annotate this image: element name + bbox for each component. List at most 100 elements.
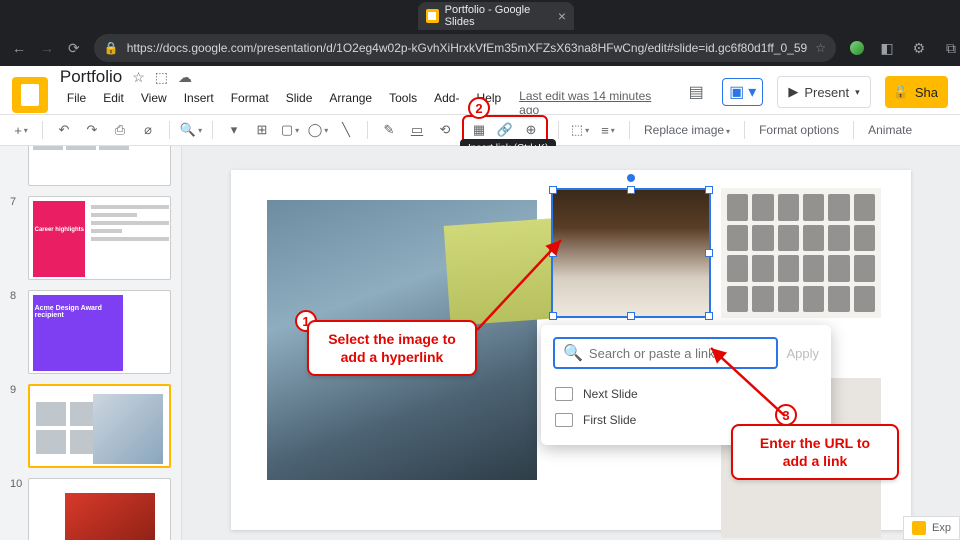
image-icon[interactable]: ▢ bbox=[279, 119, 301, 141]
slides-favicon-icon bbox=[426, 9, 439, 23]
comments-icon[interactable]: ▤ bbox=[684, 80, 708, 104]
replace-image-button[interactable]: Replace image bbox=[640, 123, 734, 137]
slide-thumb-8[interactable]: Acme Design Award recipient bbox=[28, 290, 171, 374]
slide-icon bbox=[555, 413, 573, 427]
print-icon[interactable]: ⎙ bbox=[109, 119, 131, 141]
thumb-number: 8 bbox=[10, 290, 22, 374]
slide-image-objects[interactable] bbox=[721, 188, 881, 318]
video-icon: ▣ bbox=[729, 82, 744, 102]
share-button[interactable]: 🔒Sha bbox=[885, 76, 948, 108]
lock-icon: 🔒 bbox=[893, 84, 909, 100]
document-title[interactable]: Portfolio bbox=[60, 67, 122, 87]
border-color-icon[interactable]: ▦ bbox=[468, 119, 490, 141]
slide-canvas[interactable]: 🔍 Apply Next Slide First Slide bbox=[231, 170, 911, 530]
slides-logo-icon[interactable] bbox=[12, 77, 48, 113]
resize-handle[interactable] bbox=[627, 312, 635, 320]
main-area: 7 Career highlights 8 Acme Design Award … bbox=[0, 146, 960, 540]
select-cursor-icon[interactable]: ▾ bbox=[223, 119, 245, 141]
slide-thumbnails: 7 Career highlights 8 Acme Design Award … bbox=[0, 146, 182, 540]
line-icon[interactable]: ╲ bbox=[335, 119, 357, 141]
format-options-button[interactable]: Format options bbox=[755, 123, 843, 137]
nav-bar: ← → ⟳ 🔒 https://docs.google.com/presenta… bbox=[0, 30, 960, 66]
thumb-number: 10 bbox=[10, 478, 22, 540]
fill-icon[interactable]: ⬚ bbox=[569, 119, 591, 141]
resize-handle[interactable] bbox=[627, 186, 635, 194]
cloud-status-icon[interactable]: ☁ bbox=[178, 69, 192, 86]
resize-handle[interactable] bbox=[549, 186, 557, 194]
back-icon[interactable]: ← bbox=[12, 39, 26, 57]
menu-addons[interactable]: Add- bbox=[427, 89, 466, 117]
meet-button[interactable]: ▣▾ bbox=[722, 78, 763, 106]
slide-thumb[interactable] bbox=[28, 146, 171, 186]
menu-arrange[interactable]: Arrange bbox=[322, 89, 379, 117]
rotate-handle-icon[interactable] bbox=[627, 174, 635, 182]
sticky-note-graphic bbox=[444, 218, 561, 325]
explore-icon bbox=[912, 521, 926, 535]
thumb-number: 7 bbox=[10, 196, 22, 280]
extension-icon[interactable] bbox=[850, 41, 864, 55]
link-tools-group: ▦ 🔗 ⊕ Insert link (Ctrl+K) 2 bbox=[462, 115, 548, 145]
link-search-box[interactable]: 🔍 bbox=[553, 337, 778, 369]
redo-icon[interactable]: ↷ bbox=[81, 119, 103, 141]
border-weight-icon[interactable]: ≡ bbox=[597, 119, 619, 141]
menu-file[interactable]: File bbox=[60, 89, 93, 117]
resize-handle[interactable] bbox=[705, 312, 713, 320]
url-bar[interactable]: 🔒 https://docs.google.com/presentation/d… bbox=[94, 34, 836, 62]
slide-thumb-9-selected[interactable] bbox=[28, 384, 171, 468]
mask-icon[interactable]: ▭ bbox=[406, 119, 428, 141]
slide-thumb-10[interactable] bbox=[28, 478, 171, 540]
tab-close-icon[interactable]: × bbox=[558, 8, 566, 24]
animate-button[interactable]: Animate bbox=[864, 123, 916, 137]
menu-view[interactable]: View bbox=[134, 89, 174, 117]
annotation-badge-3: 3 bbox=[775, 404, 797, 426]
lock-icon: 🔒 bbox=[104, 41, 119, 55]
annotation-1: Select the image to add a hyperlink bbox=[307, 320, 477, 376]
forward-icon[interactable]: → bbox=[40, 39, 54, 57]
shape-icon[interactable]: ◯ bbox=[307, 119, 329, 141]
canvas-area: 🔍 Apply Next Slide First Slide bbox=[182, 146, 960, 540]
comment-icon[interactable]: ⊕ bbox=[520, 119, 542, 141]
tab-strip: Portfolio - Google Slides × bbox=[0, 0, 960, 30]
link-search-input[interactable] bbox=[589, 346, 769, 361]
link-suggestion[interactable]: Next Slide bbox=[553, 381, 819, 407]
reload-icon[interactable]: ⟳ bbox=[68, 39, 80, 57]
bookmark-star-icon[interactable]: ☆ bbox=[815, 41, 826, 55]
browser-chrome: Portfolio - Google Slides × ← → ⟳ 🔒 http… bbox=[0, 0, 960, 66]
toolbar: + ↶ ↷ ⎙ ⌀ 🔍 ▾ ⊞ ▢ ◯ ╲ ✎ ▭ ⟲ ▦ 🔗 ⊕ Insert… bbox=[0, 114, 960, 146]
copy-icon[interactable]: ⧉ bbox=[942, 39, 960, 57]
menu-tools[interactable]: Tools bbox=[382, 89, 424, 117]
undo-icon[interactable]: ↶ bbox=[53, 119, 75, 141]
move-folder-icon[interactable]: ⬚ bbox=[155, 69, 168, 86]
resize-handle[interactable] bbox=[705, 249, 713, 257]
thumb-number: 9 bbox=[10, 384, 22, 468]
annotation-3: Enter the URL to add a link bbox=[731, 424, 899, 480]
present-button[interactable]: ▶Present▾ bbox=[777, 76, 870, 108]
resize-handle[interactable] bbox=[705, 186, 713, 194]
new-slide-button[interactable]: + bbox=[10, 119, 32, 141]
extension-icon[interactable]: ◧ bbox=[878, 39, 896, 57]
star-icon[interactable]: ☆ bbox=[132, 69, 145, 86]
apply-button[interactable]: Apply bbox=[786, 346, 819, 361]
browser-tab[interactable]: Portfolio - Google Slides × bbox=[418, 2, 574, 30]
search-icon: 🔍 bbox=[563, 343, 583, 363]
menu-format[interactable]: Format bbox=[224, 89, 276, 117]
slide-thumb-7[interactable]: Career highlights bbox=[28, 196, 171, 280]
menu-insert[interactable]: Insert bbox=[177, 89, 221, 117]
crop-icon[interactable]: ✎ bbox=[378, 119, 400, 141]
last-edit-link[interactable]: Last edit was 14 minutes ago bbox=[519, 89, 672, 117]
textbox-icon[interactable]: ⊞ bbox=[251, 119, 273, 141]
annotation-badge-2: 2 bbox=[468, 97, 490, 119]
resize-handle[interactable] bbox=[549, 249, 557, 257]
zoom-icon[interactable]: 🔍 bbox=[180, 119, 202, 141]
menu-edit[interactable]: Edit bbox=[96, 89, 131, 117]
insert-link-icon[interactable]: 🔗 bbox=[494, 119, 516, 141]
selected-image[interactable] bbox=[551, 188, 711, 318]
menu-slide[interactable]: Slide bbox=[279, 89, 320, 117]
url-text: https://docs.google.com/presentation/d/1… bbox=[127, 41, 808, 55]
reset-image-icon[interactable]: ⟲ bbox=[434, 119, 456, 141]
paint-format-icon[interactable]: ⌀ bbox=[137, 119, 159, 141]
explore-button[interactable]: Exp bbox=[903, 516, 960, 540]
resize-handle[interactable] bbox=[549, 312, 557, 320]
settings-gear-icon[interactable]: ⚙ bbox=[910, 39, 928, 57]
present-icon: ▶ bbox=[788, 84, 798, 100]
